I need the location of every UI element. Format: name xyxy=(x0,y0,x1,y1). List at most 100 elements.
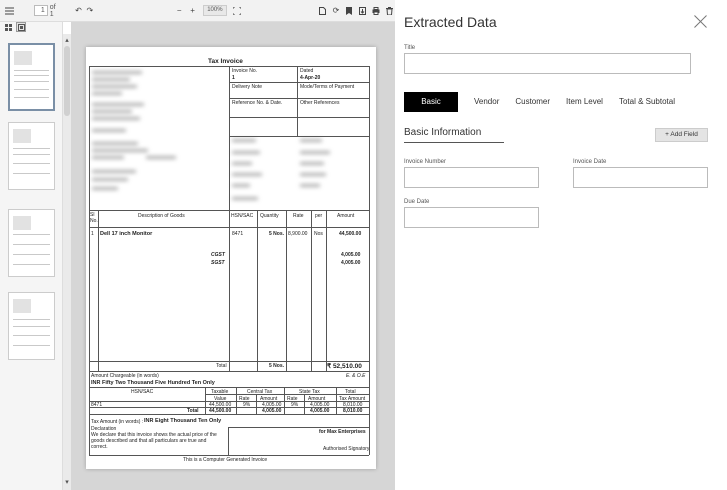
tax-words: INR Eight Thousand Ten Only xyxy=(144,418,222,424)
page-total-label: of 1 xyxy=(49,3,56,18)
menu-icon[interactable] xyxy=(4,5,15,17)
sidebar-view-toggle xyxy=(3,22,26,32)
total-quantity: 5 Nos. xyxy=(269,363,285,369)
tab-item-level[interactable]: Item Level xyxy=(558,92,611,112)
for-company: for Max Enterprises xyxy=(319,429,366,435)
total-amount: ₹ 52,510.00 xyxy=(327,363,362,370)
item-sl: 1 xyxy=(91,231,94,237)
tax-total-c-amount: 4,005.00 xyxy=(262,408,282,414)
amount-words: INR Fifty Two Thousand Five Hundred Ten … xyxy=(91,380,215,386)
invoice-title: Tax Invoice xyxy=(208,58,243,65)
section-divider xyxy=(404,142,504,143)
zoom-level[interactable]: 100% xyxy=(203,5,227,16)
item-amount: 44,500.00 xyxy=(339,231,362,237)
sgst-label: SGST xyxy=(211,260,225,266)
amount-words-label: Amount Chargeable (in words) xyxy=(91,373,159,379)
tax-total-row-label: Total xyxy=(187,408,199,414)
due-date-label: Due Date xyxy=(404,199,430,205)
state-tax-label: State Tax xyxy=(299,389,320,395)
fullscreen-icon[interactable] xyxy=(232,5,243,17)
eoe-label: E. & O.E xyxy=(346,373,366,379)
item-quantity: 5 Nos. xyxy=(269,231,285,237)
dated-value: 4-Apr-20 xyxy=(300,75,321,81)
tab-basic[interactable]: Basic xyxy=(404,92,458,112)
section-title: Basic Information xyxy=(404,127,482,138)
invoice-date-input[interactable] xyxy=(573,167,708,188)
col-quantity: Quantity xyxy=(260,213,279,219)
tab-vendor[interactable]: Vendor xyxy=(466,92,507,112)
tax-row-c-rate: 9% xyxy=(243,402,251,408)
document-viewer: Tax Invoice Invoice No. 1 Dated 4-Apr-20… xyxy=(71,22,395,490)
col-per: per xyxy=(315,213,323,219)
col-hsn: HSN/SAC xyxy=(231,213,254,219)
tax-total-total: 8,010.00 xyxy=(343,408,363,414)
file-icon[interactable] xyxy=(317,5,328,17)
plus-icon: + xyxy=(665,131,669,138)
page-thumbnail[interactable] xyxy=(8,292,55,360)
title-input[interactable] xyxy=(404,53,691,74)
tax-row-s-rate: 9% xyxy=(291,402,299,408)
tax-total-label: Total xyxy=(345,389,356,395)
col-description: Description of Goods xyxy=(138,213,185,219)
col-amount: Amount xyxy=(337,213,355,219)
invoice-footer: This is a Computer Generated Invoice xyxy=(183,457,268,463)
delivery-note-label: Delivery Note xyxy=(232,84,263,90)
bookmark-icon[interactable] xyxy=(344,5,355,17)
scrollbar-thumb[interactable] xyxy=(64,46,70,116)
invoice-number-label: Invoice Number xyxy=(404,159,447,165)
total-label: Total xyxy=(216,363,227,369)
authorised-signatory: Authorised Signatory xyxy=(323,446,370,452)
page-number-input[interactable]: 1 xyxy=(34,5,48,16)
tax-hsn-label: HSN/SAC xyxy=(131,389,154,395)
rotate-icon[interactable]: ⟳ xyxy=(330,5,341,17)
panel-title: Extracted Data xyxy=(404,14,497,30)
col-sl: Sl No. xyxy=(90,212,98,224)
dated-label: Dated xyxy=(300,68,314,74)
page-thumbnail[interactable] xyxy=(8,209,55,277)
page-thumbnail[interactable] xyxy=(8,43,55,111)
app-window: 1 of 1 ↶ ↷ − + 100% ⟳ ▴ ▾ Tax Invoice In… xyxy=(0,0,727,490)
invoice-page: Tax Invoice Invoice No. 1 Dated 4-Apr-20… xyxy=(86,47,376,469)
reference-label: Reference No. & Date. xyxy=(232,100,283,106)
tax-taxable-label: Taxable xyxy=(211,389,229,395)
thumbnail-view-icon[interactable] xyxy=(16,22,26,32)
add-field-button[interactable]: + Add Field xyxy=(655,128,708,142)
invoice-no-value: 1 xyxy=(232,75,235,81)
chevron-down-icon[interactable]: ▾ xyxy=(63,478,71,486)
other-references-label: Other References xyxy=(300,100,340,106)
invoice-no-label: Invoice No. xyxy=(232,68,258,74)
tax-total-s-amount: 4,005.00 xyxy=(310,408,330,414)
print-icon[interactable] xyxy=(370,5,381,17)
thumbnail-sidebar xyxy=(0,22,63,490)
grid-view-icon[interactable] xyxy=(3,22,13,32)
page-thumbnail[interactable] xyxy=(8,122,55,190)
extracted-data-panel: Extracted Data Title Basic Vendor Custom… xyxy=(395,0,727,490)
item-description: Dell 17 inch Monitor xyxy=(100,231,153,237)
add-field-label: Add Field xyxy=(670,131,698,138)
zoom-out-icon[interactable]: − xyxy=(174,5,185,17)
undo-icon[interactable]: ↶ xyxy=(73,5,84,17)
sgst-amount: 4,005.00 xyxy=(341,260,361,266)
invoice-date-label: Invoice Date xyxy=(573,159,607,165)
viewer-toolbar: 1 of 1 ↶ ↷ − + 100% ⟳ xyxy=(0,0,395,22)
cgst-label: CGST xyxy=(211,252,225,258)
tax-total-value: 44,500.00 xyxy=(209,408,232,414)
redo-icon[interactable]: ↷ xyxy=(84,5,95,17)
declaration-text-3: correct. xyxy=(91,444,108,450)
chevron-up-icon[interactable]: ▴ xyxy=(63,36,71,44)
tax-words-label: Tax Amount (in words) : xyxy=(91,419,144,425)
sidebar-scrollbar[interactable]: ▴ ▾ xyxy=(63,34,71,490)
item-rate: 8,900.00 xyxy=(288,231,308,237)
tax-row-hsn: 8471 xyxy=(91,402,103,408)
export-icon[interactable] xyxy=(357,5,368,17)
zoom-in-icon[interactable]: + xyxy=(187,5,198,17)
invoice-number-input[interactable] xyxy=(404,167,539,188)
close-icon[interactable] xyxy=(694,15,708,29)
item-hsn: 8471 xyxy=(232,231,244,237)
tab-customer[interactable]: Customer xyxy=(507,92,558,112)
due-date-input[interactable] xyxy=(404,207,539,228)
trash-icon[interactable] xyxy=(384,5,395,17)
item-per: Nos xyxy=(314,231,323,237)
extraction-tabs: Basic Vendor Customer Item Level Total &… xyxy=(404,92,683,112)
tab-total-subtotal[interactable]: Total & Subtotal xyxy=(611,92,683,112)
